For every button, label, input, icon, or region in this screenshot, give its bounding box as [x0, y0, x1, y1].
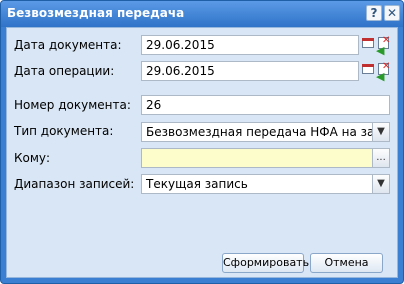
- operation-date-label: Дата операции:: [14, 64, 115, 78]
- cancel-button[interactable]: Отмена: [310, 253, 383, 273]
- lookup-button[interactable]: ...: [373, 148, 390, 168]
- calendar-icon[interactable]: [362, 37, 376, 51]
- document-type-select[interactable]: Безвозмездная передача НФА на забалансо: [141, 122, 373, 142]
- generate-button[interactable]: Сформировать: [222, 253, 309, 273]
- recipient-field[interactable]: [141, 148, 373, 168]
- dialog-window: Безвозмездная передача ? ✕ Дата документ…: [0, 0, 404, 284]
- dialog-titlebar[interactable]: Безвозмездная передача ? ✕: [1, 1, 403, 27]
- operation-date-field[interactable]: 29.06.2015: [141, 61, 359, 81]
- help-button[interactable]: ?: [366, 5, 382, 21]
- clear-date-icon[interactable]: ✕ ◀: [376, 61, 391, 83]
- clear-date-icon[interactable]: ✕ ◀: [376, 35, 391, 57]
- document-type-label: Тип документа:: [14, 124, 114, 138]
- chevron-down-icon[interactable]: ▼: [373, 122, 390, 142]
- dialog-title: Безвозмездная передача: [7, 6, 185, 20]
- recipient-label: Кому:: [14, 151, 51, 165]
- document-date-label: Дата документа:: [14, 38, 122, 52]
- calendar-icon[interactable]: [362, 63, 376, 77]
- close-button[interactable]: ✕: [384, 5, 400, 21]
- dialog-body: Дата документа: 29.06.2015 ✕ ◀ Дата опера…: [6, 27, 398, 278]
- chevron-down-icon[interactable]: ▼: [373, 174, 390, 194]
- record-range-label: Диапазон записей:: [14, 177, 135, 191]
- document-number-label: Номер документа:: [14, 98, 131, 112]
- document-number-field[interactable]: 26: [141, 95, 390, 115]
- document-date-field[interactable]: 29.06.2015: [141, 35, 359, 55]
- record-range-select[interactable]: Текущая запись: [141, 174, 373, 194]
